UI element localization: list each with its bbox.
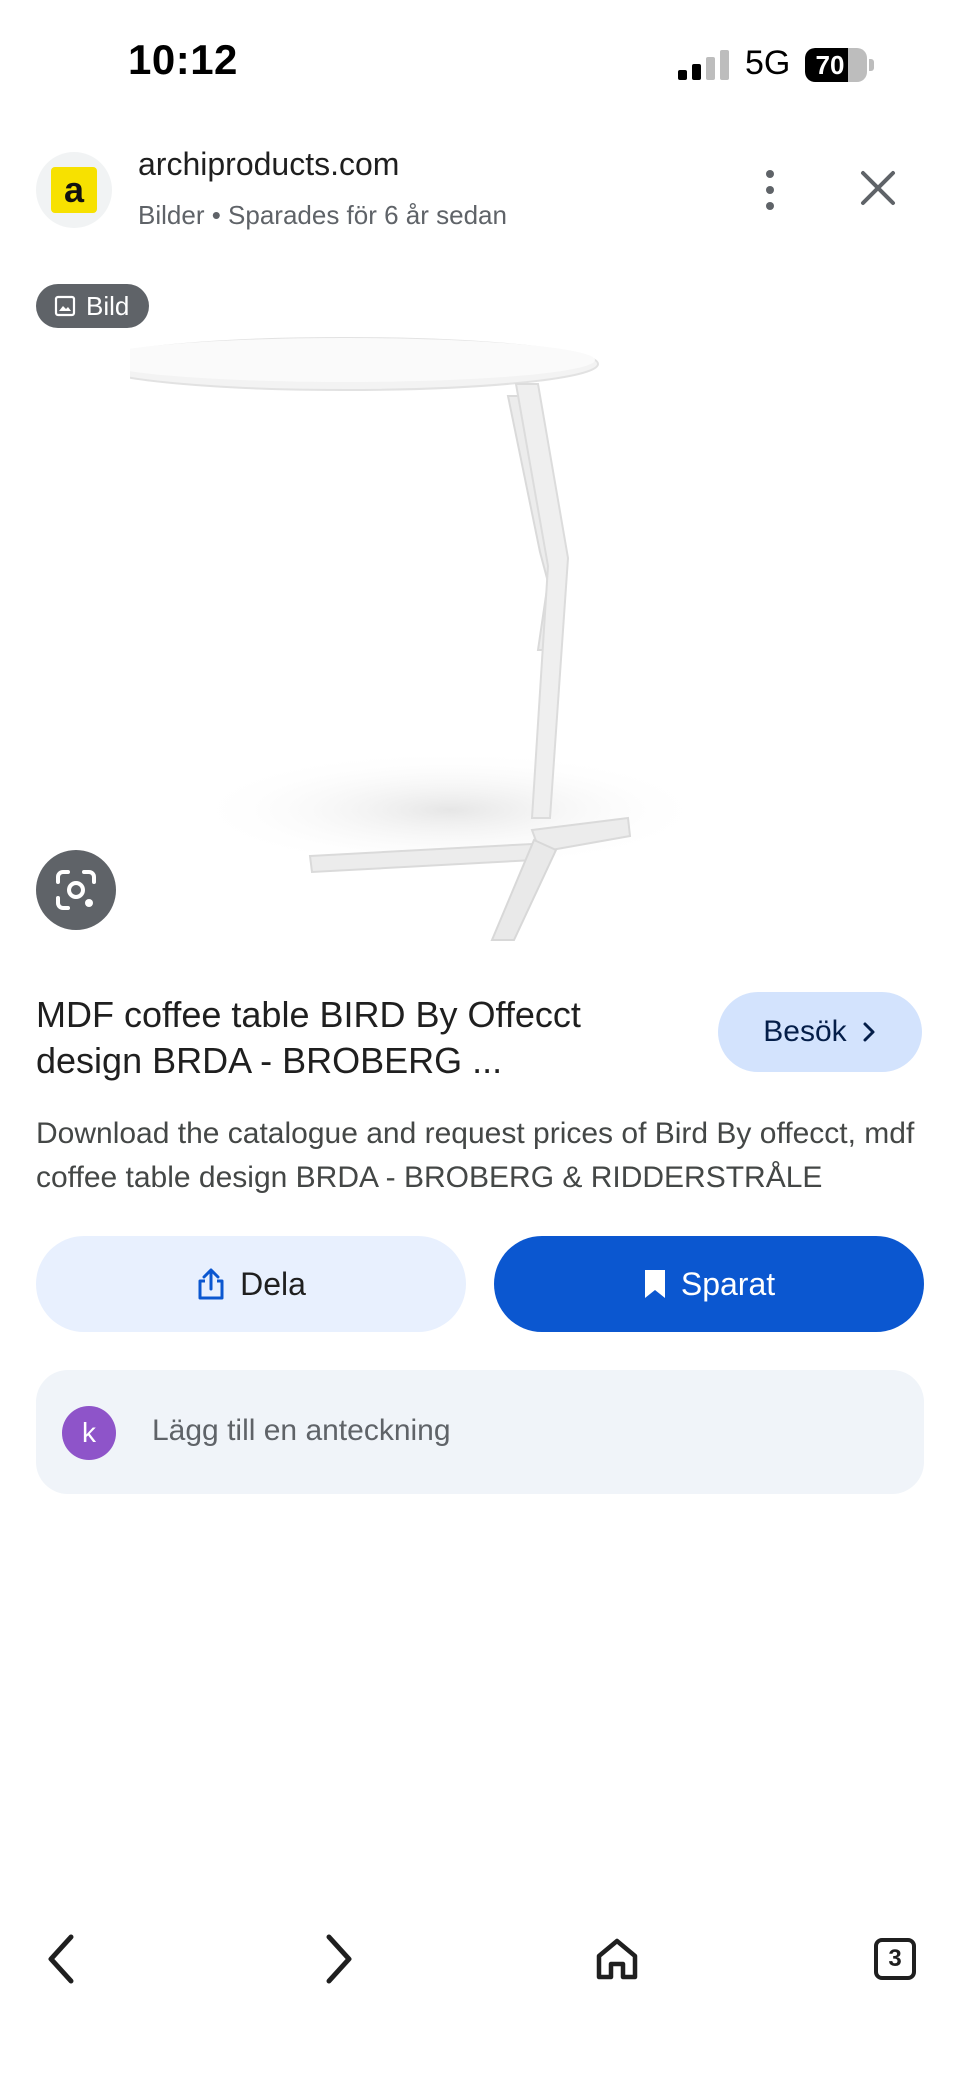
home-icon [596,1938,638,1980]
saved-button[interactable]: Sparat [494,1236,924,1332]
add-note-field[interactable]: k Lägg till en anteckning [36,1370,924,1494]
saved-info: Bilder • Sparades för 6 år sedan [138,200,507,230]
bookmark-icon [644,1270,665,1298]
tabs-button[interactable]: 3 [860,1924,930,1994]
site-logo-letter: a [51,167,97,213]
share-icon [198,1268,224,1300]
saved-label: Sparat [680,1265,776,1302]
status-time: 10:12 [128,36,238,83]
chevron-right-icon [863,1022,875,1042]
network-type: 5G [745,44,791,82]
home-button[interactable] [582,1924,652,1994]
back-button[interactable] [26,1924,96,1994]
share-label: Dela [240,1265,306,1302]
image-badge-label: Bild [86,290,130,321]
google-lens-button[interactable] [36,850,116,930]
site-logo[interactable]: a [36,152,112,228]
tab-count: 3 [874,1938,916,1980]
site-name[interactable]: archiproducts.com [138,146,399,183]
result-title: MDF coffee table BIRD By Offecct design … [36,994,581,1081]
visit-label: Besök [763,1015,847,1048]
forward-icon [326,1934,352,1984]
avatar: k [62,1406,116,1460]
more-options-button[interactable] [748,164,792,216]
forward-button[interactable] [304,1924,374,1994]
battery-icon: 70 [805,48,875,82]
google-lens-icon [56,870,96,910]
product-image[interactable] [130,320,770,960]
image-icon [54,295,76,317]
image-badge: Bild [36,284,150,328]
back-icon [48,1934,74,1984]
result-description: Download the catalogue and request price… [36,1117,915,1194]
more-vert-icon [766,170,774,178]
close-icon[interactable] [858,168,898,208]
battery-level: 70 [815,50,845,80]
visit-button[interactable]: Besök [718,992,922,1072]
add-note-placeholder: Lägg till en anteckning [152,1414,451,1447]
share-button[interactable]: Dela [36,1236,466,1332]
signal-icon [678,50,729,80]
